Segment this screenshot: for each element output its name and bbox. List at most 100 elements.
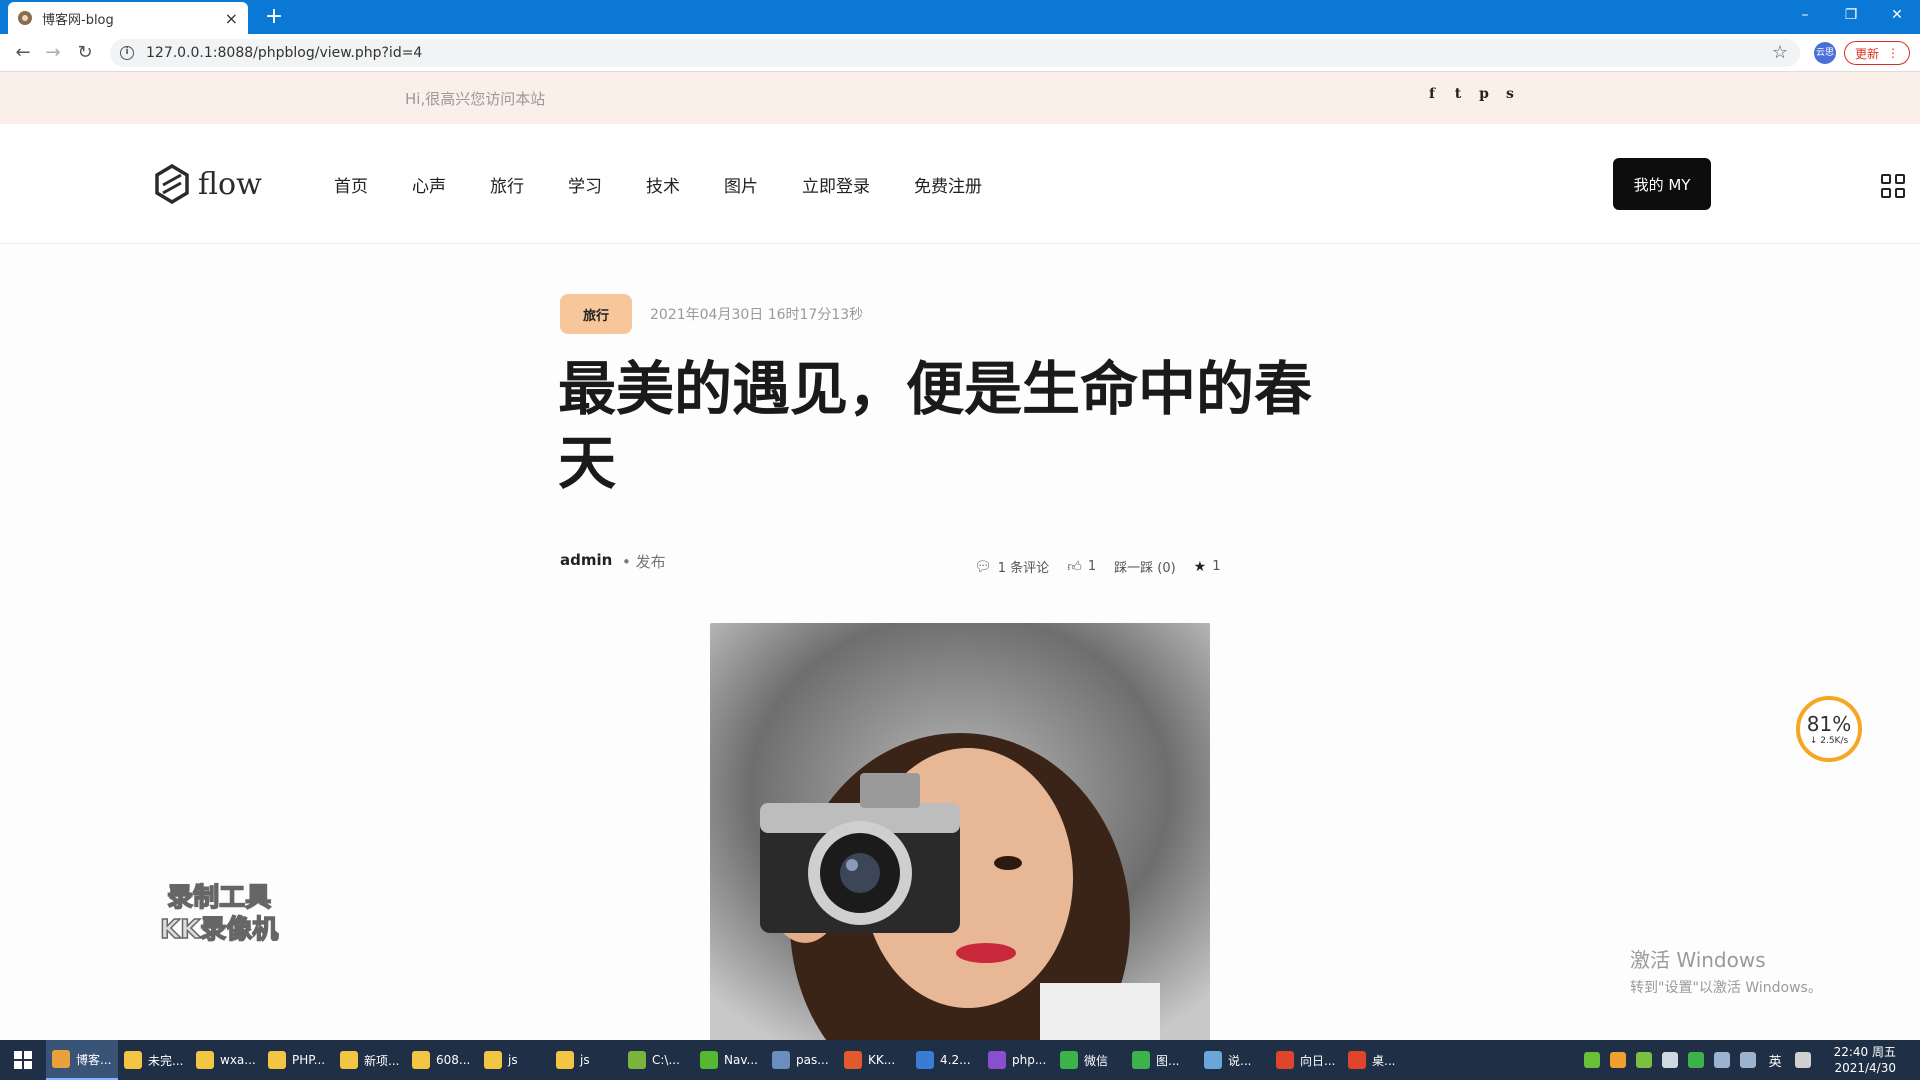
post-author[interactable]: admin <box>560 551 612 569</box>
post-stats: 💬︎ 1 条评论 👍︎ 1 踩一踩 (0) ★ 1 <box>974 557 1239 577</box>
nav-pictures[interactable]: 图片 <box>724 172 758 197</box>
taskbar-item[interactable]: js <box>478 1040 550 1080</box>
nav-voice[interactable]: 心声 <box>412 172 446 197</box>
address-bar[interactable]: i 127.0.0.1:8088/phpblog/view.php?id=4 ☆ <box>110 39 1800 67</box>
like-count[interactable]: 👍︎ 1 <box>1067 558 1096 575</box>
logo-text: flow <box>198 166 262 202</box>
taskbar-item-label: 未完... <box>148 1053 184 1068</box>
taskbar-item[interactable]: 未完... <box>118 1040 190 1080</box>
tray-app-icon[interactable] <box>1661 1052 1678 1068</box>
taskbar-item[interactable]: js <box>550 1040 622 1080</box>
main-nav: 首页 心声 旅行 学习 技术 图片 立即登录 免费注册 <box>334 172 1026 197</box>
restore-button[interactable]: ❐ <box>1828 0 1874 30</box>
taskbar-item[interactable]: Nav... <box>694 1040 766 1080</box>
app-icon <box>772 1051 790 1069</box>
taskbar-item[interactable]: 博客... <box>46 1040 118 1080</box>
social-links: f t p s <box>1426 86 1516 102</box>
taskbar-item[interactable]: 桌... <box>1342 1040 1414 1080</box>
post-hero-image <box>710 623 1210 1043</box>
recorder-line-2: KK录像机 <box>159 914 279 946</box>
post-date: 2021年04月30日 16时17分13秒 <box>650 307 864 323</box>
nav-study[interactable]: 学习 <box>568 172 602 197</box>
app-icon <box>124 1051 142 1069</box>
taskbar-item[interactable]: C:\... <box>622 1040 694 1080</box>
twitter-icon[interactable]: t <box>1452 86 1464 102</box>
comment-bubble-icon: 💬︎ <box>974 558 992 575</box>
category-badge[interactable]: 旅行 <box>560 294 632 334</box>
taskbar-apps: 博客... 未完... wxa... PHP... 新项... 608... js js C:\… <box>46 1040 1414 1080</box>
app-icon <box>628 1051 646 1069</box>
thumbs-up-icon: 👍︎ <box>1067 559 1082 575</box>
site-logo[interactable]: flow <box>154 164 262 204</box>
url-text: 127.0.0.1:8088/phpblog/view.php?id=4 <box>146 45 423 61</box>
taskbar-item-label: 4.2... <box>940 1053 971 1067</box>
activate-subtitle: 转到"设置"以激活 Windows。 <box>1630 980 1822 996</box>
favorite-count[interactable]: ★ 1 <box>1194 559 1221 575</box>
browser-tab[interactable]: 博客网-blog × <box>8 2 248 34</box>
volume-icon[interactable] <box>1739 1052 1756 1068</box>
taskbar-item[interactable]: KK... <box>838 1040 910 1080</box>
taskbar-clock[interactable]: 22:40 周五 2021/4/30 <box>1834 1044 1896 1076</box>
my-account-button[interactable]: 我的 MY <box>1613 158 1711 210</box>
app-icon <box>1276 1051 1294 1069</box>
app-icon <box>1060 1051 1078 1069</box>
back-arrow-icon[interactable]: ← <box>10 40 36 66</box>
taskbar-item-label: 桌... <box>1372 1053 1396 1068</box>
comments-count[interactable]: 💬︎ 1 条评论 <box>974 557 1050 577</box>
browser-update-button[interactable]: 更新 ⋮ <box>1844 41 1910 65</box>
grid-menu-icon[interactable] <box>1881 174 1905 198</box>
nav-travel[interactable]: 旅行 <box>490 172 524 197</box>
taskbar-item[interactable]: 图... <box>1126 1040 1198 1080</box>
facebook-icon[interactable]: f <box>1426 86 1438 102</box>
taskbar-item-label: C:\... <box>652 1053 680 1067</box>
minimize-button[interactable]: – <box>1782 0 1828 30</box>
nav-login[interactable]: 立即登录 <box>802 172 870 197</box>
new-tab-button[interactable]: + <box>260 4 288 30</box>
site-info-icon[interactable]: i <box>120 46 134 60</box>
profile-avatar[interactable]: 云思 <box>1814 42 1836 64</box>
taskbar-item[interactable]: 新项... <box>334 1040 406 1080</box>
tray-app-icon[interactable] <box>1609 1052 1626 1068</box>
nav-tech[interactable]: 技术 <box>646 172 680 197</box>
welcome-text: Hi,很高兴您访问本站 <box>405 90 546 108</box>
input-language-indicator[interactable]: 英 <box>1769 1051 1782 1070</box>
taskbar-item[interactable]: 608... <box>406 1040 478 1080</box>
app-icon <box>844 1051 862 1069</box>
pinterest-icon[interactable]: p <box>1478 86 1490 102</box>
close-window-button[interactable]: ✕ <box>1874 0 1920 30</box>
taskbar-item-label: Nav... <box>724 1053 758 1067</box>
tab-close-button[interactable]: × <box>225 9 238 28</box>
app-icon <box>340 1051 358 1069</box>
forward-arrow-icon[interactable]: → <box>40 40 66 66</box>
taskbar-item[interactable]: 微信 <box>1054 1040 1126 1080</box>
dislike-button[interactable]: 踩一踩 (0) <box>1114 557 1176 576</box>
taskbar-item[interactable]: 向日... <box>1270 1040 1342 1080</box>
comments-label: 1 条评论 <box>997 561 1050 576</box>
battery-icon[interactable] <box>1583 1052 1600 1068</box>
ime-icon[interactable] <box>1794 1052 1811 1068</box>
taskbar-item[interactable]: pas... <box>766 1040 838 1080</box>
taskbar-item[interactable]: php... <box>982 1040 1054 1080</box>
taskbar-item[interactable]: 4.2... <box>910 1040 982 1080</box>
reload-icon[interactable]: ↻ <box>72 40 98 66</box>
nav-register[interactable]: 免费注册 <box>914 172 982 197</box>
clock-time: 22:40 周五 <box>1833 1045 1896 1059</box>
skype-icon[interactable]: s <box>1504 86 1516 102</box>
bookmark-star-icon[interactable]: ☆ <box>1772 42 1788 63</box>
windows-activation-notice: 激活 Windows 转到"设置"以激活 Windows。 <box>1630 944 1822 997</box>
nav-home[interactable]: 首页 <box>334 172 368 197</box>
wechat-tray-icon[interactable] <box>1687 1052 1704 1068</box>
taskbar-item[interactable]: 说... <box>1198 1040 1270 1080</box>
taskbar-item-label: pas... <box>796 1053 829 1067</box>
app-icon <box>1348 1051 1366 1069</box>
app-icon <box>268 1051 286 1069</box>
taskbar-item[interactable]: PHP... <box>262 1040 334 1080</box>
start-button[interactable] <box>0 1040 46 1080</box>
site-header: flow 首页 心声 旅行 学习 技术 图片 立即登录 免费注册 我的 MY <box>0 124 1920 244</box>
network-icon[interactable] <box>1713 1052 1730 1068</box>
taskbar-item-label: PHP... <box>292 1053 326 1067</box>
network-speed-widget[interactable]: 81% ↓ 2.5K/s <box>1796 696 1862 762</box>
recorder-watermark: 录制工具 KK录像机 <box>159 882 279 946</box>
tray-app-icon[interactable] <box>1635 1052 1652 1068</box>
taskbar-item[interactable]: wxa... <box>190 1040 262 1080</box>
